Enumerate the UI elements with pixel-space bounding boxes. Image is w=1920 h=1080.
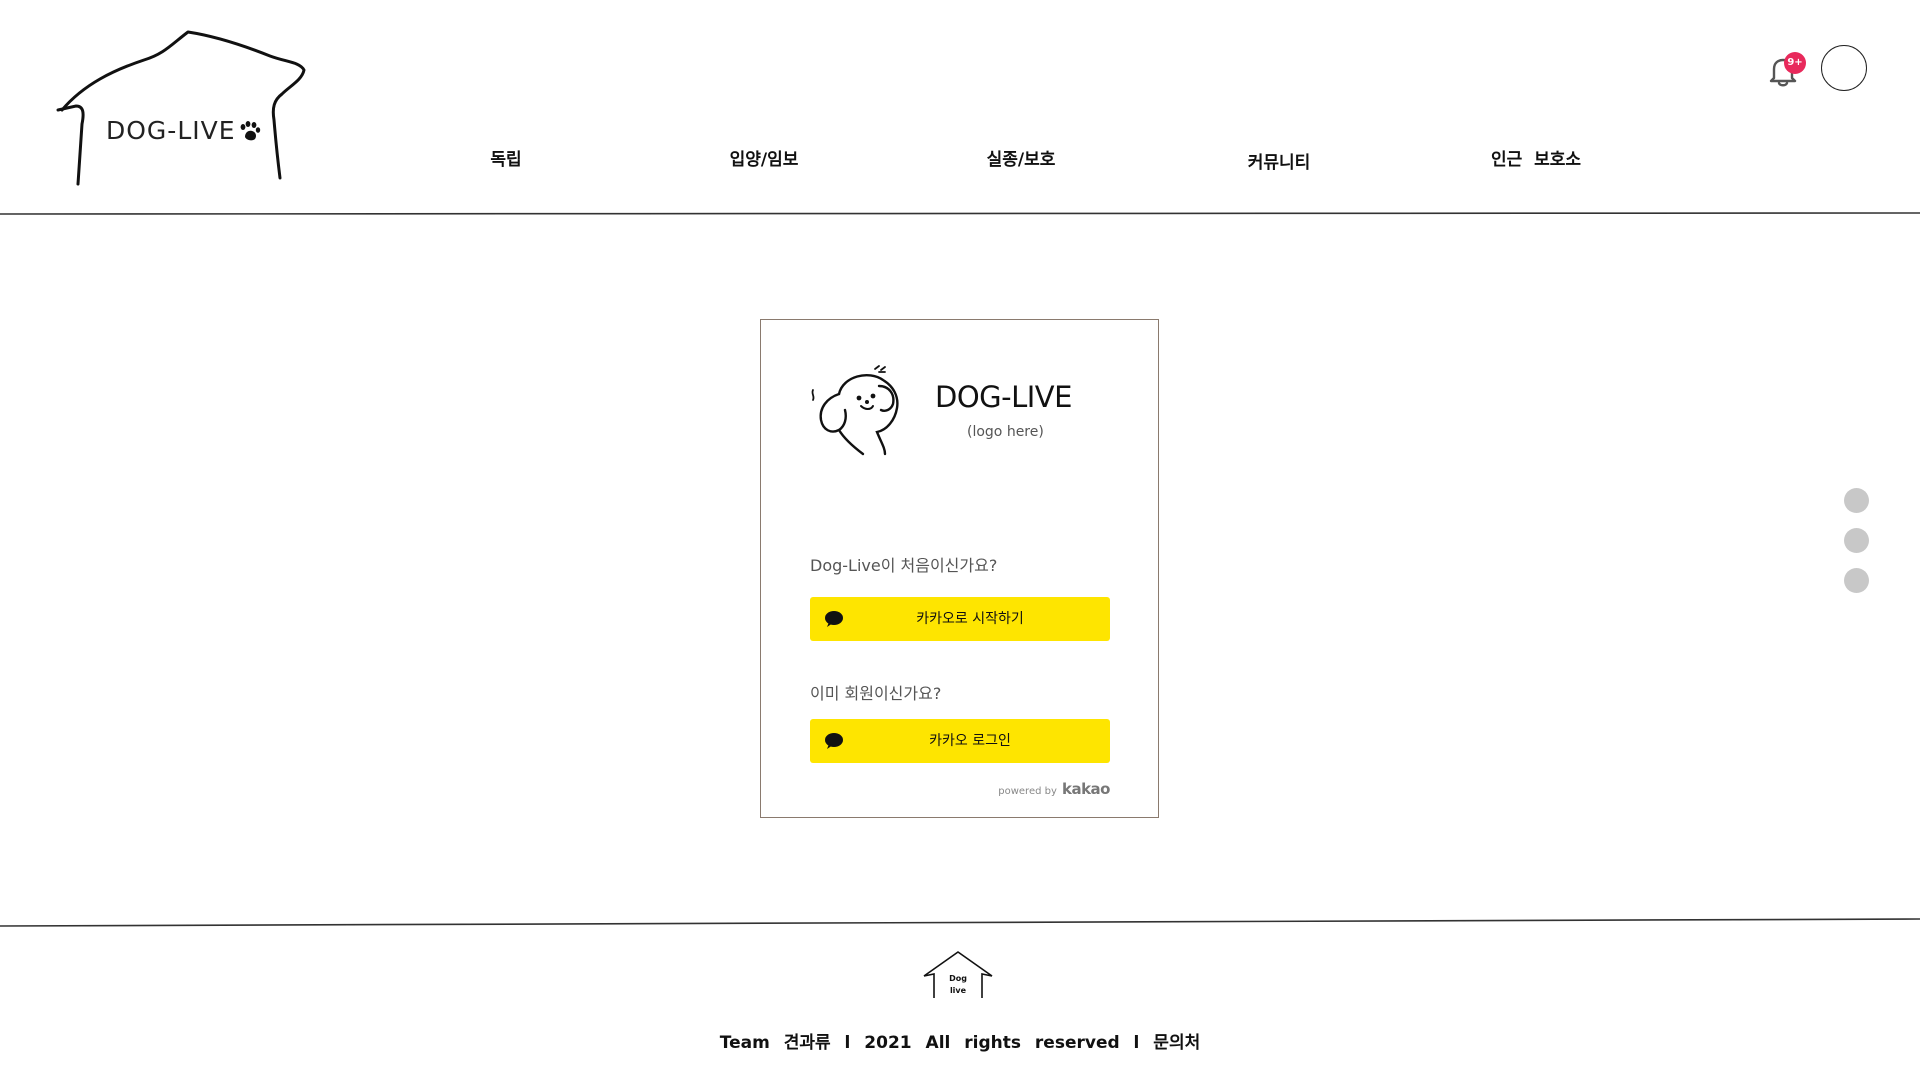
footer-divider (0, 918, 1920, 927)
footer-logo: Dog live (922, 948, 994, 1002)
side-dot-1[interactable] (1844, 488, 1869, 513)
card-subtitle: (logo here) (967, 424, 1044, 440)
header-divider (0, 212, 1920, 215)
side-dot-3[interactable] (1844, 568, 1869, 593)
main-nav: 독립 입양/임보 실종/보호 커뮤니티 인근 보호소 (0, 145, 1920, 185)
kakao-brand: kakao (1061, 780, 1111, 798)
avatar[interactable] (1821, 45, 1867, 91)
dog-icon (811, 365, 899, 456)
signup-prompt: Dog-Live이 처음이신가요? (810, 556, 998, 575)
footer-logo-line2: live (949, 986, 967, 995)
kakao-login-label: 카카오 로그인 (929, 733, 1011, 749)
login-card: DOG-LIVE (logo here) Dog-Live이 처음이신가요? 카… (760, 319, 1159, 818)
site-header: DOG-LIVE 독립 입양/임보 실종/보호 커뮤니티 인근 보호소 9+ (0, 0, 1920, 215)
nav-item-independence[interactable]: 독립 (490, 145, 521, 170)
logo-text: DOG-LIVE (106, 116, 236, 145)
nav-item-adoption[interactable]: 입양/임보 (730, 145, 799, 170)
nav-item-shelter[interactable]: 인근 보호소 (1491, 145, 1581, 170)
powered-by-kakao: powered by kakao (998, 779, 1110, 798)
paw-icon (240, 121, 261, 141)
kakao-signup-label: 카카오로 시작하기 (916, 611, 1024, 627)
kakao-login-button[interactable]: 카카오 로그인 (810, 719, 1110, 763)
nav-item-community[interactable]: 커뮤니티 (1248, 148, 1311, 173)
powered-by-text: powered by (998, 786, 1057, 797)
card-title: DOG-LIVE (935, 380, 1072, 414)
nav-item-missing[interactable]: 실종/보호 (987, 145, 1056, 170)
login-prompt: 이미 회원이신가요? (810, 684, 942, 703)
footer-text: Team 견과류 l 2021 All rights reserved l 문의… (719, 1033, 1201, 1053)
notification-button[interactable]: 9+ (1768, 52, 1808, 92)
side-dot-2[interactable] (1844, 528, 1869, 553)
footer-logo-line1: Dog (949, 974, 967, 983)
notification-badge: 9+ (1784, 52, 1806, 74)
kakao-signup-button[interactable]: 카카오로 시작하기 (810, 597, 1110, 641)
